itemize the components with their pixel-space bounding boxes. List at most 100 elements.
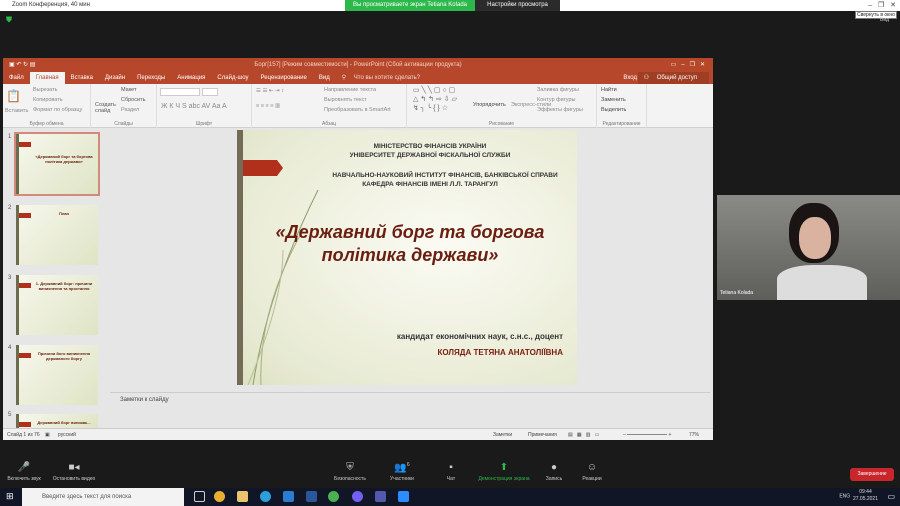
edge-icon[interactable] bbox=[260, 491, 271, 502]
taskbar-search[interactable]: Введите здесь текст для поиска bbox=[22, 488, 184, 506]
spellcheck-icon[interactable]: ▣ bbox=[45, 429, 50, 441]
stop-video-button[interactable]: ■◂ Остановить видео bbox=[44, 462, 104, 482]
group-label: Абзац bbox=[321, 121, 337, 127]
tab-animation[interactable]: Анимация bbox=[171, 72, 211, 84]
reset-button[interactable]: Сбросить bbox=[121, 97, 145, 103]
label: Запись bbox=[545, 476, 563, 482]
group-label: Редактирование bbox=[602, 121, 641, 127]
chrome-icon[interactable] bbox=[214, 491, 225, 502]
share-button[interactable]: ⚇ Общий доступ bbox=[637, 72, 709, 84]
tab-transitions[interactable]: Переходы bbox=[131, 72, 171, 84]
app-icon[interactable] bbox=[283, 491, 294, 502]
notifications-icon[interactable]: ▭ bbox=[887, 492, 895, 501]
slide-thumbnail[interactable]: План bbox=[16, 205, 98, 265]
label: Демонстрация экрана bbox=[478, 476, 530, 482]
viber-icon[interactable] bbox=[352, 491, 363, 502]
thumb-title: Причини його виникнення державного боргу bbox=[37, 351, 91, 361]
task-view-icon[interactable] bbox=[194, 491, 205, 502]
cut-button[interactable]: Вырезать bbox=[33, 87, 57, 93]
tab-slideshow[interactable]: Слайд-шоу bbox=[211, 72, 254, 84]
thumb-title: Державний борг виникає... bbox=[37, 420, 91, 425]
slide-thumbnail[interactable]: Причини його виникнення державного боргу bbox=[16, 345, 98, 405]
sharing-banner: Вы просматриваете экран Tetiana Kolada bbox=[345, 0, 475, 11]
find-button[interactable]: Найти bbox=[601, 87, 617, 93]
word-icon[interactable] bbox=[306, 491, 317, 502]
shapes-gallery[interactable]: ▭ ╲ ╲ ▢ ○ ▢ △ ↰ ↰ ⇨ ⇩ ▱ ↯ ╮ ╰ { } ☆ bbox=[413, 86, 457, 113]
font-format-icons[interactable]: Ж К Ч S abc AV Aa A bbox=[161, 103, 227, 110]
group-label: Рисование bbox=[488, 121, 515, 127]
tab-insert[interactable]: Вставка bbox=[65, 72, 99, 84]
align-icons[interactable]: ≡ ≡ ≡ ≡ ▥ bbox=[256, 103, 280, 109]
zoom-slider[interactable]: – + bbox=[623, 429, 671, 441]
label: Безопасность bbox=[334, 476, 366, 482]
layout-button[interactable]: Макет bbox=[121, 87, 137, 93]
security-button[interactable]: ⛨ Безопасность bbox=[320, 462, 380, 482]
wechat-icon[interactable] bbox=[328, 491, 339, 502]
ppt-window-controls[interactable]: ▭ – ❐ ✕ bbox=[671, 58, 705, 72]
tab-view[interactable]: Вид bbox=[313, 72, 336, 84]
tab-review[interactable]: Рецензирование bbox=[255, 72, 313, 84]
font-name-input[interactable] bbox=[160, 88, 200, 96]
slide-author-role: кандидат економічних наук, с.н.с., доцен… bbox=[396, 332, 563, 341]
zoom-toolbar: 🎤 Включить звук ■◂ Остановить видео ⛨ Безоп… bbox=[0, 458, 900, 488]
smartart-button[interactable]: Преобразовать в SmartArt bbox=[324, 107, 391, 113]
slide-title-line2: політика держави» bbox=[321, 245, 499, 265]
font-size-input[interactable] bbox=[202, 88, 218, 96]
file-explorer-icon[interactable] bbox=[237, 491, 248, 502]
shield-icon: ⛨ bbox=[346, 462, 354, 473]
slide-canvas[interactable]: МІНІСТЕРСТВО ФІНАНСІВ УКРАЇНИ УНІВЕРСИТЕ… bbox=[237, 130, 577, 385]
language[interactable]: русский bbox=[58, 429, 76, 441]
format-painter-button[interactable]: Формат по образцу bbox=[33, 107, 82, 113]
notes-pane[interactable]: Заметки к слайду bbox=[110, 392, 710, 428]
text-direction-button[interactable]: Направление текста bbox=[324, 87, 376, 93]
tab-home[interactable]: Главная bbox=[29, 72, 65, 84]
slide-thumbnail[interactable]: 1. Державний борг: причини виникнення та… bbox=[16, 275, 98, 335]
copy-button[interactable]: Копировать bbox=[33, 97, 63, 103]
align-text-button[interactable]: Выровнять текст bbox=[324, 97, 367, 103]
tell-me-input[interactable]: ⚲ Что вы хотите сделать? bbox=[336, 72, 432, 84]
zoom-taskbar-icon[interactable] bbox=[398, 491, 409, 502]
thumb-title: «Державний борг та боргова політика держ… bbox=[35, 154, 93, 164]
comments-button[interactable]: Примечания bbox=[528, 429, 557, 441]
thumb-number: 4 bbox=[8, 345, 12, 351]
tab-file[interactable]: Файл bbox=[3, 72, 30, 84]
tab-design[interactable]: Дизайн bbox=[99, 72, 131, 84]
label: Чат bbox=[446, 476, 456, 482]
notes-button[interactable]: Заметки bbox=[493, 429, 512, 441]
thumb-bar bbox=[19, 213, 31, 218]
window-controls[interactable]: – ❐ ✕ bbox=[868, 0, 896, 11]
thumb-number: 5 bbox=[8, 412, 12, 418]
view-buttons[interactable]: ▤ ▦ ▥ ▭ bbox=[568, 429, 599, 441]
reactions-button[interactable]: ☺ Реакции bbox=[562, 462, 622, 482]
clock-date: 27.05.2021 bbox=[852, 496, 878, 502]
end-button[interactable]: Завершение bbox=[850, 468, 894, 481]
windows-start-icon[interactable]: ⊞ bbox=[6, 491, 14, 502]
shape-outline-button[interactable]: Контур фигуры bbox=[537, 97, 575, 103]
label: Реакции bbox=[582, 476, 602, 482]
security-shield-icon: ⛊ bbox=[6, 15, 12, 24]
lang-indicator[interactable]: ENG bbox=[839, 493, 850, 499]
system-tray[interactable]: ENG 09:44 27.05.2021 bbox=[839, 489, 878, 503]
arrange-button[interactable]: Упорядочить bbox=[473, 102, 506, 108]
participant-count: 6 bbox=[406, 462, 410, 468]
slide-thumbnail[interactable]: Державний борг виникає... bbox=[16, 414, 98, 428]
paste-button[interactable]: Вставить bbox=[5, 108, 28, 114]
section-button[interactable]: Раздел bbox=[121, 107, 139, 113]
font-group: Ж К Ч S abc AV Aa A Шрифт bbox=[157, 84, 252, 128]
drawing-group: ▭ ╲ ╲ ▢ ○ ▢ △ ↰ ↰ ⇨ ⇩ ▱ ↯ ╮ ╰ { } ☆ Упор… bbox=[407, 84, 597, 128]
window-title: Zoom Конференция, 40 мин bbox=[12, 2, 90, 8]
slide-thumbnail[interactable]: «Державний борг та боргова політика держ… bbox=[14, 132, 100, 196]
teams-icon[interactable] bbox=[375, 491, 386, 502]
shape-fill-button[interactable]: Заливка фигуры bbox=[537, 87, 579, 93]
shape-effects-button[interactable]: Эффекты фигуры bbox=[537, 107, 583, 113]
zoom-level[interactable]: 77% bbox=[689, 429, 699, 441]
replace-button[interactable]: Заменить bbox=[601, 97, 626, 103]
slide-thumbnails-pane[interactable]: 1 «Державний борг та боргова політика де… bbox=[3, 128, 108, 428]
list-icons[interactable]: ☰ ☰ ⇤ ⇥ ↕ bbox=[256, 88, 284, 94]
new-slide-button[interactable]: Создать слайд bbox=[95, 102, 117, 114]
select-button[interactable]: Выделить bbox=[601, 107, 626, 113]
view-options-button[interactable]: Настройки просмотра bbox=[475, 0, 560, 11]
thumb-bar bbox=[19, 422, 31, 427]
view-button[interactable]: Вид bbox=[880, 17, 889, 23]
save-icon[interactable]: ▣ ↶ ↻ ▤ bbox=[9, 58, 35, 72]
